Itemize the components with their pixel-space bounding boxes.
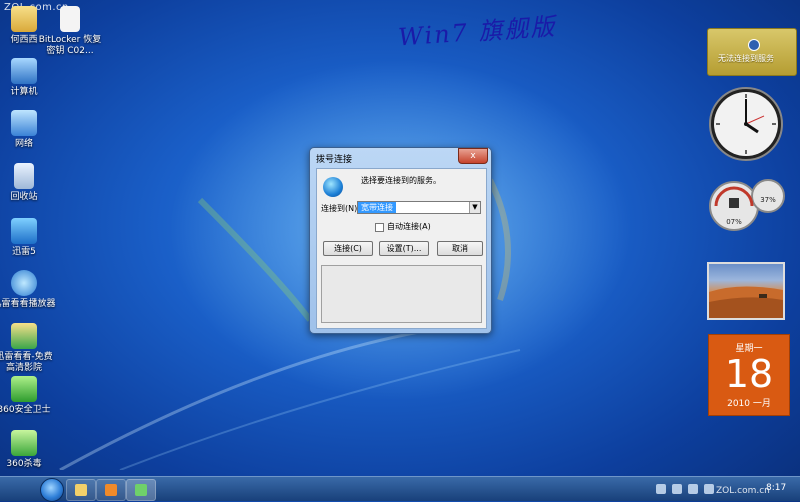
desktop-icon-computer[interactable]: 计算机 <box>0 58 56 98</box>
desktop-icon-label: 360杀毒 <box>6 459 42 469</box>
globe-icon <box>323 177 343 197</box>
status-area <box>321 265 482 323</box>
shield-icon <box>11 376 37 402</box>
network-icon <box>135 484 147 496</box>
desktop-icon-label: 迅雷看看播放器 <box>0 299 56 309</box>
desktop-icon-360-safe[interactable]: 360安全卫士 <box>0 376 56 416</box>
connect-to-select[interactable]: 宽带连接 ▼ <box>357 201 481 214</box>
connect-to-label: 连接到(N): <box>321 204 360 213</box>
desktop-icon-label: 迅雷5 <box>12 247 36 257</box>
memory-usage-value: 37% <box>760 196 776 204</box>
desktop-icon-recycle-bin[interactable]: 回收站 <box>0 163 56 203</box>
desktop-icon-360-antivirus[interactable]: 360杀毒 <box>0 430 56 470</box>
antivirus-icon <box>11 430 37 456</box>
desktop-icon-network[interactable]: 网络 <box>0 110 56 150</box>
desktop-icon-label: 网络 <box>14 139 33 149</box>
dialog-body: 选择要连接到的服务。 连接到(N): 宽带连接 ▼ 自动连接(A) 连接(C) … <box>316 168 487 329</box>
tray-icon[interactable] <box>656 484 666 494</box>
folder-icon <box>75 484 87 496</box>
settings-button[interactable]: 设置(T)... <box>379 241 429 256</box>
chevron-down-icon[interactable]: ▼ <box>469 202 480 213</box>
autoconnect-checkbox[interactable] <box>375 223 384 232</box>
document-icon <box>60 6 80 32</box>
dial-up-dialog[interactable]: 拨号连接 x 选择要连接到的服务。 连接到(N): 宽带连接 ▼ 自动连接(A)… <box>309 147 492 334</box>
desktop-icon-xunlei-player[interactable]: 迅雷看看播放器 <box>0 270 56 310</box>
cpu-usage-value: 07% <box>726 218 742 226</box>
taskbar: 8:17 <box>0 476 800 502</box>
xunlei-icon <box>11 218 37 244</box>
desktop-icon-label: 360安全卫士 <box>0 405 51 415</box>
desktop-icon-bitlocker[interactable]: BitLocker 恢复密钥 C02... <box>38 6 102 57</box>
dialog-title: 拨号连接 <box>316 155 353 165</box>
cinema-icon <box>11 323 37 349</box>
cpu-meter-gadget[interactable]: 07% 37% <box>706 176 788 232</box>
desktop-icon-label: 迅雷看看-免费高清影院 <box>0 352 53 373</box>
player-icon <box>11 270 37 296</box>
slideshow-gadget[interactable] <box>707 262 785 320</box>
computer-icon <box>11 58 37 84</box>
autoconnect-label: 自动连接(A) <box>387 222 431 231</box>
folder-icon <box>11 6 37 32</box>
service-gadget-text: 无法连接到服务 <box>718 54 774 63</box>
calendar-day: 18 <box>724 352 774 396</box>
connect-button[interactable]: 连接(C) <box>323 241 373 256</box>
taskbar-button-explorer[interactable] <box>66 479 96 501</box>
tray-icon[interactable] <box>672 484 682 494</box>
service-gadget[interactable]: 无法连接到服务 <box>707 28 797 76</box>
calendar-gadget[interactable]: 星期一 18 2010 一月 <box>708 334 790 416</box>
desktop-icon-label: 计算机 <box>10 87 38 97</box>
taskbar-button-media-player[interactable] <box>96 479 126 501</box>
handwritten-note: Win7 旗舰版 <box>397 12 558 52</box>
cancel-button[interactable]: 取消 <box>437 241 483 256</box>
taskbar-button-dialup[interactable] <box>126 479 156 501</box>
clock-gadget[interactable] <box>708 86 784 162</box>
desktop-icon-xunlei-cinema[interactable]: 迅雷看看-免费高清影院 <box>0 323 56 374</box>
calendar-year-month: 2010 一月 <box>727 399 771 409</box>
start-button[interactable] <box>40 478 64 502</box>
desktop-icon-label: 回收站 <box>10 192 38 202</box>
play-icon <box>105 484 117 496</box>
desktop-icon-label: BitLocker 恢复密钥 C02... <box>38 35 102 56</box>
watermark: ZOL.com.cn <box>716 486 770 496</box>
info-icon <box>748 39 760 51</box>
close-button[interactable]: x <box>458 148 488 164</box>
connect-to-value: 宽带连接 <box>358 202 396 213</box>
dialog-prompt: 选择要连接到的服务。 <box>361 176 441 185</box>
network-icon <box>11 110 37 136</box>
desert-photo <box>709 286 783 318</box>
recycle-bin-icon <box>14 163 34 189</box>
tray-icon[interactable] <box>688 484 698 494</box>
desktop-icon-xunlei5[interactable]: 迅雷5 <box>0 218 56 258</box>
speaker-icon[interactable] <box>704 484 714 494</box>
